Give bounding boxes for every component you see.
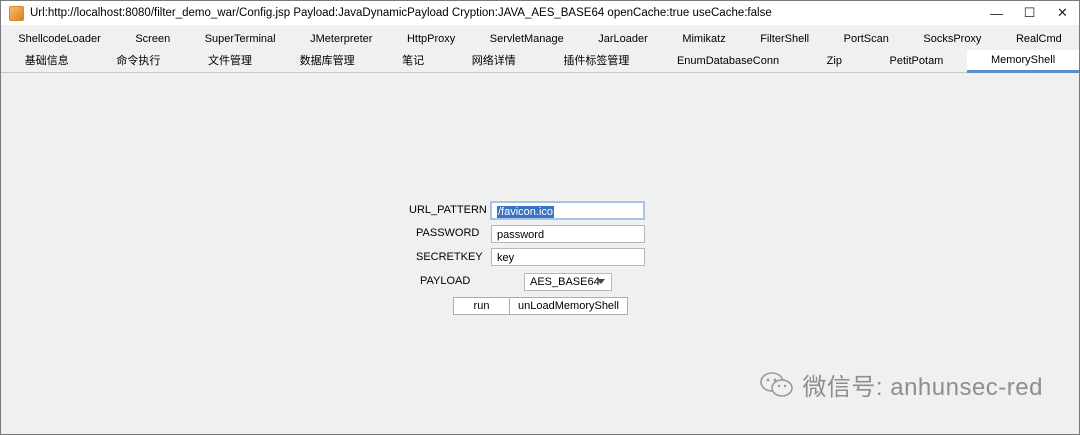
- tab-zip[interactable]: Zip: [803, 50, 866, 72]
- app-icon: [9, 5, 24, 21]
- tab-memoryshell[interactable]: MemoryShell: [967, 49, 1079, 73]
- tab-row-1: ShellcodeLoader Screen SuperTerminal JMeter…: [1, 28, 1079, 50]
- tab-servletmanage[interactable]: ServletManage: [473, 28, 582, 50]
- tab-realcmd[interactable]: RealCmd: [999, 28, 1079, 50]
- secretkey-label: SECRETKEY: [416, 251, 483, 263]
- tab-enumdatabaseconn[interactable]: EnumDatabaseConn: [653, 50, 803, 72]
- url-pattern-label: URL_PATTERN: [409, 204, 487, 216]
- url-pattern-value: /favicon.ico: [497, 206, 555, 218]
- window-controls: — ☐ ✕: [980, 1, 1079, 25]
- tab-tabs_row2-2[interactable]: 文件管理: [184, 50, 276, 72]
- unload-memoryshell-button[interactable]: unLoadMemoryShell: [509, 297, 628, 315]
- memoryshell-panel: URL_PATTERN /favicon.ico PASSWORD passwo…: [1, 75, 1079, 434]
- close-button[interactable]: ✕: [1046, 1, 1079, 25]
- watermark-text: 微信号: anhunsec-red: [802, 374, 1043, 401]
- app-window: Url:http://localhost:8080/filter_demo_wa…: [0, 0, 1080, 435]
- wechat-icon: [760, 371, 794, 398]
- payload-selected-value: AES_BASE64: [530, 276, 600, 288]
- url-pattern-input[interactable]: /favicon.ico: [490, 201, 645, 220]
- tab-superterminal[interactable]: SuperTerminal: [187, 28, 292, 50]
- password-input[interactable]: password: [491, 225, 645, 243]
- payload-select[interactable]: AES_BASE64: [524, 273, 612, 291]
- tab-jmeterpreter[interactable]: JMeterpreter: [293, 28, 390, 50]
- tab-socksproxy[interactable]: SocksProxy: [906, 28, 999, 50]
- tab-tabs_row2-3[interactable]: 数据库管理: [276, 50, 379, 72]
- tab-mimikatz[interactable]: Mimikatz: [665, 28, 743, 50]
- tab-httpproxy[interactable]: HttpProxy: [390, 28, 473, 50]
- tab-jarloader[interactable]: JarLoader: [581, 28, 665, 50]
- tab-portscan[interactable]: PortScan: [826, 28, 906, 50]
- tab-tabs_row2-4[interactable]: 笔记: [378, 50, 448, 72]
- tab-screen[interactable]: Screen: [118, 28, 187, 50]
- tab-row-2: 基础信息 命令执行 文件管理 数据库管理 笔记 网络详情 插件标签管理 EnumDatabas…: [1, 49, 1079, 73]
- watermark: 微信号: anhunsec-red: [760, 367, 1043, 402]
- minimize-button[interactable]: —: [980, 1, 1013, 25]
- title-bar: Url:http://localhost:8080/filter_demo_wa…: [1, 1, 1079, 25]
- tab-shellcodeloader[interactable]: ShellcodeLoader: [1, 28, 118, 50]
- tab-tabs_row2-1[interactable]: 命令执行: [93, 50, 185, 72]
- tab-filtershell[interactable]: FilterShell: [743, 28, 826, 50]
- password-label: PASSWORD: [416, 227, 480, 239]
- run-button[interactable]: run: [453, 297, 510, 315]
- payload-label: PAYLOAD: [420, 275, 471, 287]
- tab-tabs_row2-6[interactable]: 插件标签管理: [540, 50, 654, 72]
- tab-tabs_row2-5[interactable]: 网络详情: [448, 50, 540, 72]
- chevron-down-icon: [597, 279, 605, 284]
- maximize-button[interactable]: ☐: [1013, 1, 1046, 25]
- secretkey-input[interactable]: key: [491, 248, 645, 266]
- tab-tabs_row2-0[interactable]: 基础信息: [1, 50, 93, 72]
- window-title: Url:http://localhost:8080/filter_demo_wa…: [30, 7, 772, 19]
- tab-petitpotam[interactable]: PetitPotam: [866, 50, 967, 72]
